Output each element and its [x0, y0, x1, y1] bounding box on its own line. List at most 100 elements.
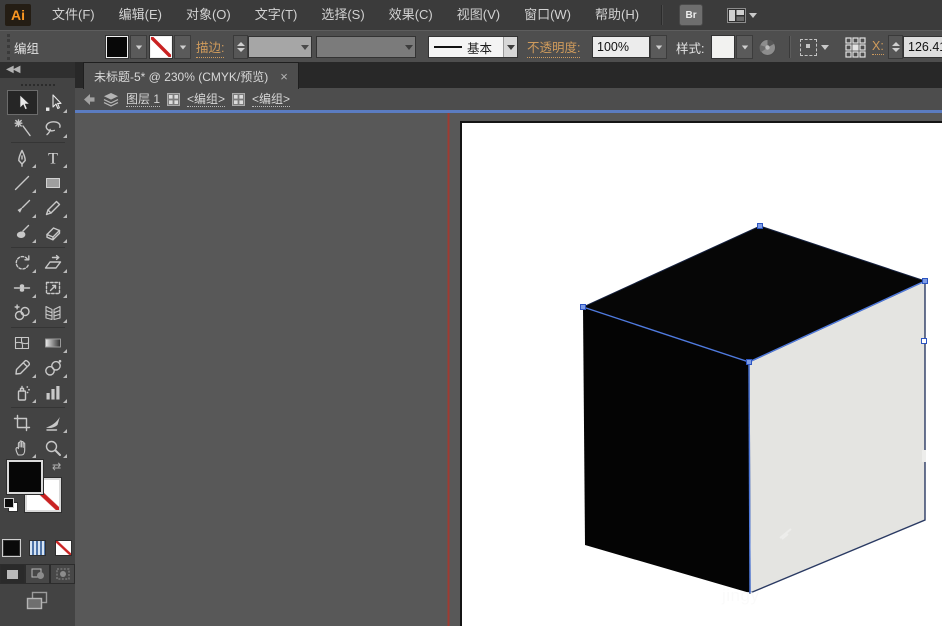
paintbrush-tool[interactable]: [7, 195, 38, 220]
slice-tool[interactable]: [38, 410, 69, 435]
style-swatch[interactable]: [712, 36, 734, 58]
fill-swatch[interactable]: [106, 36, 128, 58]
free-transform-tool[interactable]: [38, 275, 69, 300]
tools-panel-grip[interactable]: [21, 84, 55, 86]
direct-selection-tool[interactable]: [38, 90, 69, 115]
menu-view[interactable]: 视图(V): [445, 0, 512, 30]
screen-mode-icon[interactable]: [25, 591, 51, 611]
type-tool[interactable]: T: [38, 145, 69, 170]
stroke-dropdown-button[interactable]: [174, 35, 191, 59]
stroke-weight-label[interactable]: 描边:: [196, 31, 224, 63]
recolor-artwork-button[interactable]: [758, 31, 777, 63]
isolate-selection-button[interactable]: [800, 31, 829, 63]
symbol-sprayer-tool[interactable]: [7, 380, 38, 405]
tools-panel-header[interactable]: ◀◀: [0, 62, 75, 78]
workspace-switcher-button[interactable]: [727, 8, 757, 23]
draw-inside-button[interactable]: [50, 564, 75, 584]
pen-tool[interactable]: [7, 145, 38, 170]
opacity-field[interactable]: 100%: [592, 36, 650, 58]
fill-proxy-swatch[interactable]: [7, 460, 43, 494]
control-bar-grip[interactable]: [0, 34, 10, 60]
menu-window[interactable]: 窗口(W): [512, 0, 583, 30]
bridge-button[interactable]: Br: [679, 4, 703, 26]
fill-stroke-controls: ⇄: [0, 460, 75, 538]
opacity-dropdown-button[interactable]: [650, 35, 667, 59]
none-button[interactable]: [55, 540, 72, 556]
breadcrumb-group-1[interactable]: <编组>: [187, 92, 225, 107]
recolor-artwork-icon: [758, 38, 777, 57]
artboard-icon: [12, 413, 32, 433]
magic-wand-tool[interactable]: [7, 115, 38, 140]
breadcrumb-layer[interactable]: 图层 1: [126, 92, 160, 107]
scale-tool[interactable]: [38, 250, 69, 275]
column-graph-tool[interactable]: [38, 380, 69, 405]
stroke-weight-stepper[interactable]: [233, 35, 248, 59]
line-segment-tool[interactable]: [7, 170, 38, 195]
menu-type[interactable]: 文字(T): [243, 0, 310, 30]
back-arrow-icon[interactable]: [82, 93, 96, 106]
mesh-tool[interactable]: [7, 330, 38, 355]
anchor-point[interactable]: [922, 339, 927, 344]
draw-behind-button[interactable]: [25, 564, 50, 584]
menu-edit[interactable]: 编辑(E): [107, 0, 174, 30]
blob-brush-tool[interactable]: [7, 220, 38, 245]
slice-icon: [43, 413, 63, 433]
zoom-tool[interactable]: [38, 435, 69, 460]
width-profile-combo[interactable]: [316, 36, 416, 58]
pen-icon: [12, 148, 32, 168]
anchor-point[interactable]: [747, 360, 752, 365]
fill-dropdown-button[interactable]: [130, 35, 147, 59]
style-control[interactable]: [712, 31, 753, 63]
canvas[interactable]: jingy: [75, 113, 942, 626]
color-button[interactable]: [3, 540, 20, 556]
eyedropper-tool[interactable]: [7, 355, 38, 380]
width-icon: [12, 278, 32, 298]
rotate-tool[interactable]: [7, 250, 38, 275]
menu-help[interactable]: 帮助(H): [583, 0, 651, 30]
x-coordinate-field[interactable]: 126.41: [903, 36, 942, 58]
selection-tool[interactable]: [7, 90, 38, 115]
menu-select[interactable]: 选择(S): [309, 0, 376, 30]
stroke-swatch[interactable]: [150, 36, 172, 58]
rectangle-tool[interactable]: [38, 170, 69, 195]
artboard-tool[interactable]: [7, 410, 38, 435]
chevron-down-icon: [655, 45, 661, 49]
shape-builder-icon: [12, 303, 32, 323]
stroke-weight-combo[interactable]: [248, 36, 312, 58]
style-dropdown-button[interactable]: [736, 35, 753, 59]
anchor-point[interactable]: [758, 224, 763, 229]
fill-color-control[interactable]: [106, 31, 147, 63]
eraser-tool[interactable]: [38, 220, 69, 245]
document-tab[interactable]: 未标题-5* @ 230% (CMYK/预览) ×: [83, 62, 299, 89]
anchor-point[interactable]: [923, 279, 928, 284]
shape-builder-tool[interactable]: [7, 300, 38, 325]
close-icon[interactable]: ×: [280, 70, 288, 83]
gradient-tool[interactable]: [38, 330, 69, 355]
blend-tool[interactable]: [38, 355, 69, 380]
lasso-tool[interactable]: [38, 115, 69, 140]
swap-fill-stroke-icon[interactable]: ⇄: [52, 460, 61, 473]
free-transform-icon: [43, 278, 63, 298]
menu-file[interactable]: 文件(F): [40, 0, 107, 30]
chevron-down-icon: [405, 45, 413, 50]
brush-definition-combo[interactable]: 基本: [428, 36, 518, 58]
width-tool[interactable]: [7, 275, 38, 300]
draw-normal-button[interactable]: [0, 564, 25, 584]
perspective-grid-tool[interactable]: [38, 300, 69, 325]
menu-effect[interactable]: 效果(C): [377, 0, 445, 30]
stroke-color-control[interactable]: [150, 31, 191, 63]
group-icon: [232, 93, 245, 106]
draw-normal-icon: [6, 569, 19, 580]
opacity-label[interactable]: 不透明度:: [527, 31, 580, 63]
pencil-tool[interactable]: [38, 195, 69, 220]
hand-tool[interactable]: [7, 435, 38, 460]
paintbrush-icon: [12, 198, 32, 218]
breadcrumb-group-2[interactable]: <编组>: [252, 92, 290, 107]
menu-separator: [661, 5, 663, 25]
x-coordinate-stepper[interactable]: [888, 35, 903, 59]
reference-point-selector[interactable]: [845, 31, 866, 63]
gradient-button[interactable]: [29, 540, 46, 556]
menu-object[interactable]: 对象(O): [174, 0, 243, 30]
document-tab-title: 未标题-5* @ 230% (CMYK/预览): [94, 68, 268, 85]
anchor-point[interactable]: [581, 305, 586, 310]
